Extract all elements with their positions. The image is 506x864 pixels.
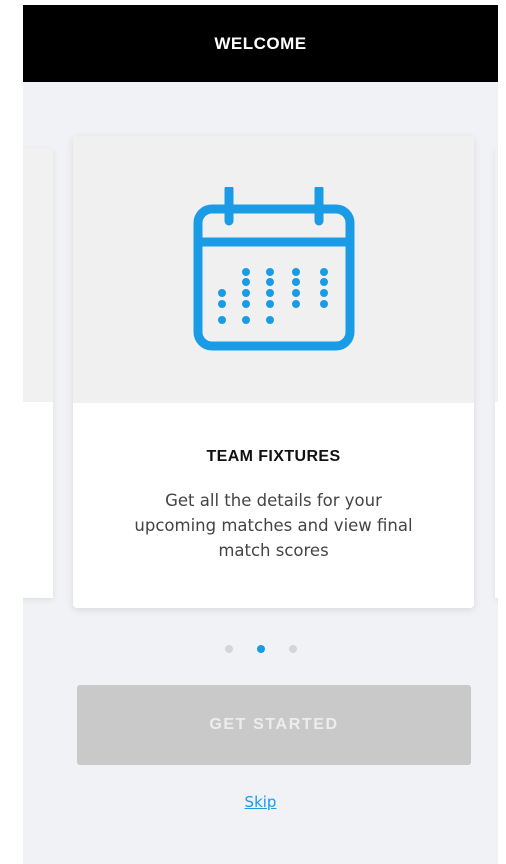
previous-slide-card[interactable] [23, 148, 53, 598]
pagination-dot-active[interactable] [256, 645, 265, 653]
card-illustration [73, 136, 474, 403]
card-title: TEAM FIXTURES [206, 448, 341, 465]
pagination-dot[interactable] [288, 645, 297, 653]
next-slide-card[interactable] [495, 148, 498, 598]
onboarding-card[interactable]: TEAM FIXTURES Get all the details for yo… [73, 136, 474, 608]
card-description: Get all the details for your upcoming ma… [134, 491, 413, 560]
page-title: WELCOME [214, 33, 307, 53]
skip-link[interactable]: Skip [23, 793, 498, 811]
get-started-button[interactable]: GET STARTED [77, 685, 471, 765]
pagination-dot[interactable] [224, 645, 233, 653]
calendar-icon [193, 186, 354, 350]
onboarding-screen: WELCOME TEAM FIXTURES Get all the detail [23, 5, 498, 864]
header-bar: WELCOME [23, 5, 498, 82]
pagination-dots [23, 645, 498, 653]
